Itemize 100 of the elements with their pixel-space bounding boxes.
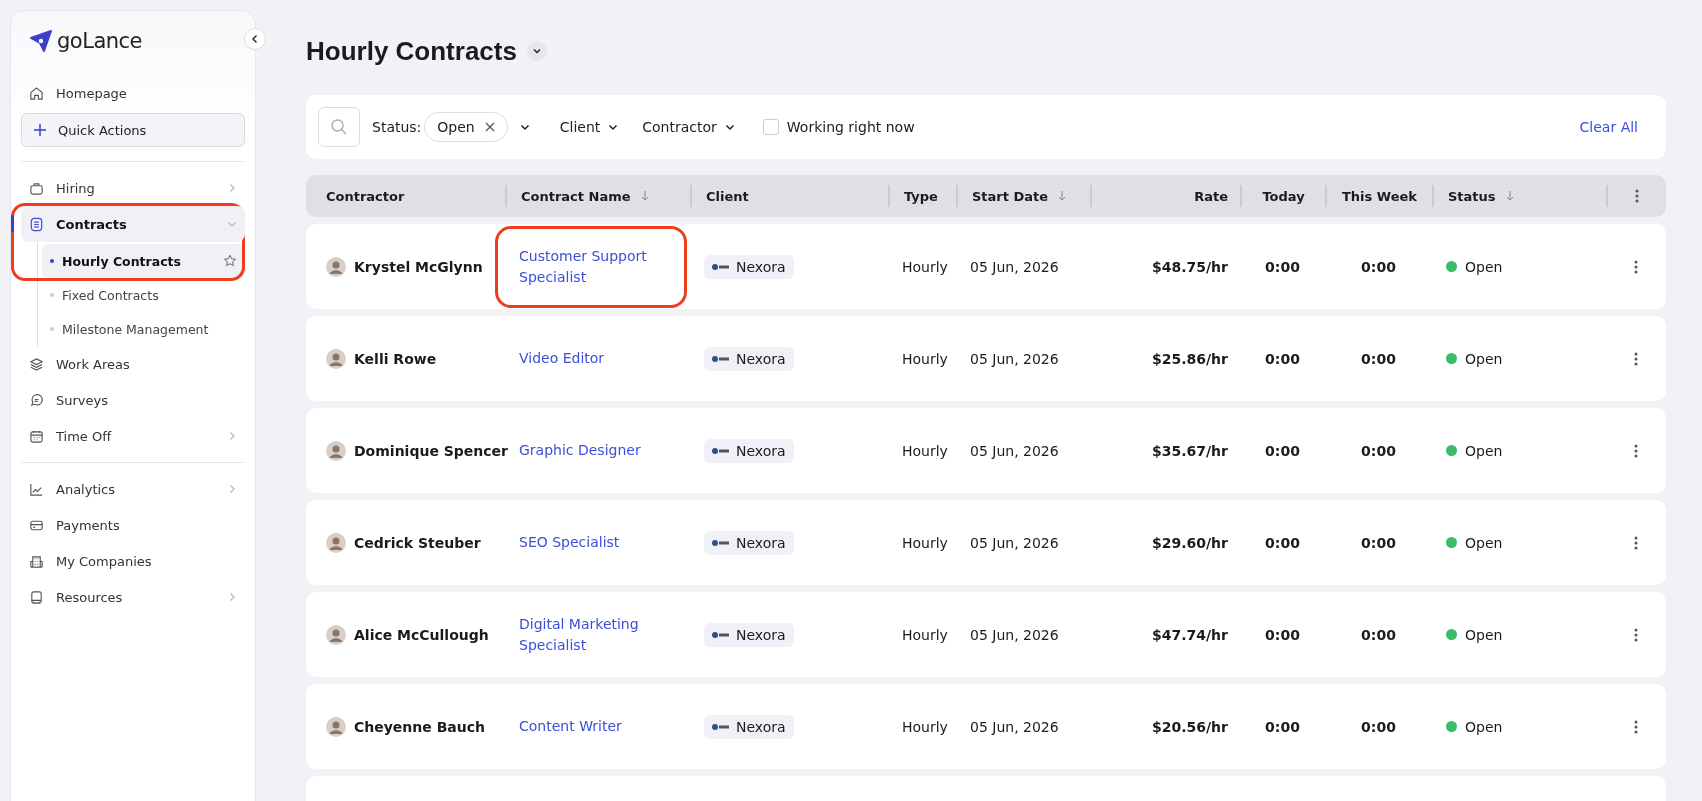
contractor-name: Alice McCullough — [354, 626, 489, 643]
chevron-down-icon — [531, 46, 542, 56]
more-options-icon[interactable] — [1634, 719, 1638, 734]
contract-name-link[interactable]: Digital Marketing Specialist — [519, 613, 676, 656]
contractor-name: Cheyenne Bauch — [354, 718, 485, 735]
table-cell-text: Hourly — [901, 717, 949, 737]
table-cell-text: $25.86/hr — [1151, 349, 1229, 369]
avatar-icon — [326, 348, 346, 369]
column-header[interactable]: This Week — [1342, 188, 1417, 204]
column-header[interactable]: Rate — [1194, 188, 1228, 204]
table-row[interactable]: Krystel McGlynn Customer Support Specialist Nexora Hourly 05 Jun, 2026 $48.75/hr 0:00 0:00 Open — [306, 224, 1666, 309]
more-options-icon[interactable] — [1634, 627, 1638, 642]
table-row[interactable]: Dominique Spencer Graphic Designer Nexora Hourly 05 Jun, 2026 $35.67/hr 0:00 0:00 Open — [306, 408, 1666, 493]
clear-all-link[interactable]: Clear All — [1579, 119, 1638, 135]
table-row[interactable]: Cedrick Steuber SEO Specialist Nexora Hourly 05 Jun, 2026 $29.60/hr 0:00 0:00 Open — [306, 500, 1666, 585]
more-options-icon[interactable] — [1635, 189, 1639, 203]
table-cell-text: 0:00 — [1360, 257, 1397, 277]
document-icon — [29, 216, 44, 232]
more-options-icon[interactable] — [1634, 535, 1638, 550]
status-text: Open — [1465, 718, 1503, 735]
submenu-item[interactable]: Milestone Management — [42, 312, 245, 346]
submenu-item[interactable]: Fixed Contracts — [42, 278, 245, 312]
submenu-item[interactable]: Hourly Contracts — [42, 244, 245, 278]
column-header[interactable]: Contract Name — [521, 188, 649, 204]
column-header[interactable]: Status — [1448, 188, 1514, 204]
table-cell-text: 05 Jun, 2026 — [969, 717, 1060, 737]
table-row[interactable]: Cheyenne Bauch Content Writer Nexora Hourly 05 Jun, 2026 $20.56/hr 0:00 0:00 Open — [306, 684, 1666, 769]
company-logo-icon — [712, 354, 730, 363]
nav-item[interactable]: Work Areas — [21, 346, 245, 382]
contractor-name: Dominique Spencer — [354, 442, 508, 459]
quick-actions-button[interactable]: Quick Actions — [21, 113, 245, 147]
more-options-icon[interactable] — [1634, 351, 1638, 366]
contract-name-link[interactable]: Content Writer — [519, 716, 622, 737]
chevron-icon — [227, 219, 237, 229]
column-header[interactable]: Contractor — [326, 188, 405, 204]
filter-dropdown[interactable]: Contractor — [638, 119, 739, 135]
logo-icon — [29, 30, 53, 52]
table-cell-text: 05 Jun, 2026 — [969, 533, 1060, 553]
avatar-icon — [326, 440, 346, 461]
table-row[interactable]: Alice McCullough Digital Marketing Specialist Nexora Hourly 05 Jun, 2026 $47.74/hr 0:00 0:00 Open — [306, 592, 1666, 677]
table-cell-text: $29.60/hr — [1151, 533, 1229, 553]
search-icon — [330, 118, 348, 136]
column-header[interactable]: Client — [706, 188, 749, 204]
checkbox[interactable] — [762, 119, 779, 135]
column-header[interactable]: Start Date — [972, 188, 1067, 204]
table-cell-text: Hourly — [901, 441, 949, 461]
contract-name-link[interactable]: SEO Specialist — [519, 532, 620, 553]
table-cell-text: Hourly — [901, 349, 949, 369]
page-title: Hourly Contracts — [306, 35, 517, 67]
column-header[interactable]: Type — [904, 188, 938, 204]
table-cell-text: 0:00 — [1360, 349, 1397, 369]
book-icon — [29, 589, 44, 605]
nav-item[interactable]: Time Off — [21, 418, 245, 454]
avatar-icon — [326, 256, 346, 277]
avatar-icon — [326, 624, 346, 645]
nav-item[interactable]: Payments — [21, 507, 245, 543]
nav-item[interactable]: Analytics — [21, 471, 245, 507]
table-cell-text: 0:00 — [1264, 257, 1301, 277]
table-cell-text: $20.56/hr — [1151, 717, 1229, 737]
chevron-down-icon[interactable] — [519, 122, 530, 132]
table-cell-text: 05 Jun, 2026 — [969, 441, 1060, 461]
contract-name-link[interactable]: Graphic Designer — [519, 440, 641, 461]
chevron-right-icon — [227, 183, 237, 193]
nav-item[interactable]: Homepage — [21, 75, 245, 111]
chat-icon — [29, 392, 44, 408]
more-options-icon[interactable] — [1634, 259, 1638, 274]
close-icon[interactable] — [484, 122, 495, 132]
house-icon — [29, 85, 44, 101]
nav-item[interactable]: My Companies — [21, 543, 245, 579]
table-cell-text: 0:00 — [1264, 717, 1301, 737]
chevron-right-icon — [227, 592, 237, 602]
table-cell-text: 0:00 — [1264, 533, 1301, 553]
chevron-right-icon — [227, 484, 237, 494]
table-cell-text: 0:00 — [1264, 349, 1301, 369]
company-logo-icon — [712, 630, 730, 639]
building-icon — [29, 553, 44, 569]
sort-arrow-icon[interactable] — [1058, 191, 1067, 201]
table-cell-text: 05 Jun, 2026 — [969, 257, 1060, 277]
table-cell-text: 05 Jun, 2026 — [969, 349, 1060, 369]
contract-name-link[interactable]: Customer Support Specialist — [519, 245, 676, 288]
collapse-sidebar-button[interactable] — [244, 28, 266, 50]
nav-item[interactable]: Surveys — [21, 382, 245, 418]
nav-item[interactable]: Contracts — [21, 206, 245, 242]
filter-dropdown[interactable]: Client — [555, 119, 623, 135]
more-options-icon[interactable] — [1634, 443, 1638, 458]
chevron-down-icon — [724, 122, 735, 132]
contract-name-link[interactable]: Video Editor — [519, 348, 605, 369]
chevron-left-icon — [250, 34, 260, 44]
sort-arrow-icon[interactable] — [1505, 191, 1514, 201]
table-row[interactable]: Kelli Rowe Video Editor Nexora Hourly 05 Jun, 2026 $25.86/hr 0:00 0:00 Open — [306, 316, 1666, 401]
star-icon[interactable] — [223, 254, 237, 268]
table-cell-text: $47.74/hr — [1151, 625, 1229, 645]
table-cell-text: 0:00 — [1360, 441, 1397, 461]
title-dropdown-button[interactable] — [526, 41, 547, 61]
status-filter-label: Status: — [372, 119, 422, 135]
table-cell-text: 0:00 — [1360, 717, 1397, 737]
nav-item[interactable]: Resources — [21, 579, 245, 615]
column-header[interactable]: Today — [1262, 188, 1305, 204]
sort-arrow-icon[interactable] — [640, 191, 649, 201]
nav-item[interactable]: Hiring — [21, 170, 245, 206]
